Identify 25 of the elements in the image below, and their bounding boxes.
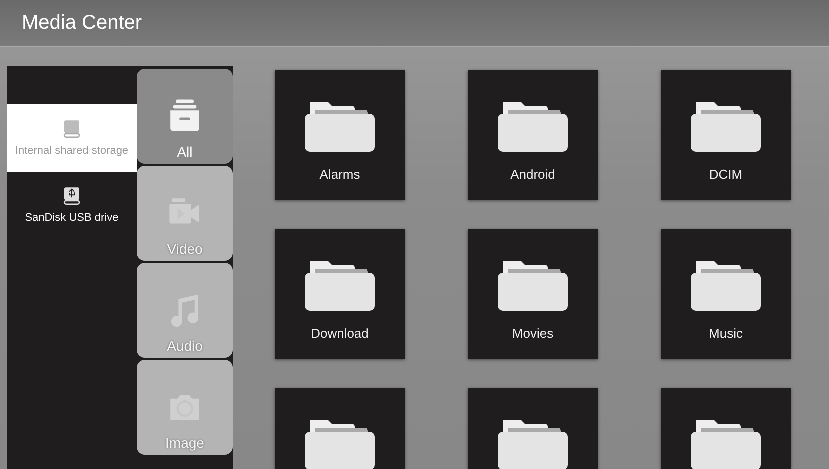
folder-name: Download	[311, 326, 369, 341]
folder-icon	[691, 100, 761, 152]
folder-icon	[305, 100, 375, 152]
folder-name: Movies	[512, 326, 554, 341]
folder-tile[interactable]: Movies	[468, 229, 598, 359]
folder-tile[interactable]: Music	[661, 229, 791, 359]
usb-drive-icon	[62, 186, 82, 206]
folder-icon	[691, 418, 761, 469]
folder-tile[interactable]: Download	[275, 229, 405, 359]
folder-icon	[498, 259, 568, 311]
folder-name: Music	[709, 326, 743, 341]
folder-icon	[498, 100, 568, 152]
folder-name: Alarms	[320, 167, 360, 182]
storage-item[interactable]: SanDisk USB drive	[7, 172, 137, 238]
folder-icon	[305, 418, 375, 469]
folder-icon	[305, 259, 375, 311]
folder-tile[interactable]: Alarms	[275, 70, 405, 200]
window-title: Media Center	[22, 12, 142, 34]
folder-tile[interactable]: DCIM	[661, 70, 791, 200]
folder-name: DCIM	[709, 167, 743, 182]
drive-icon	[62, 119, 82, 139]
folder-icon	[691, 259, 761, 311]
folder-tile[interactable]: Android	[468, 70, 598, 200]
folder-name: Android	[510, 167, 556, 182]
folder-icon	[498, 418, 568, 469]
